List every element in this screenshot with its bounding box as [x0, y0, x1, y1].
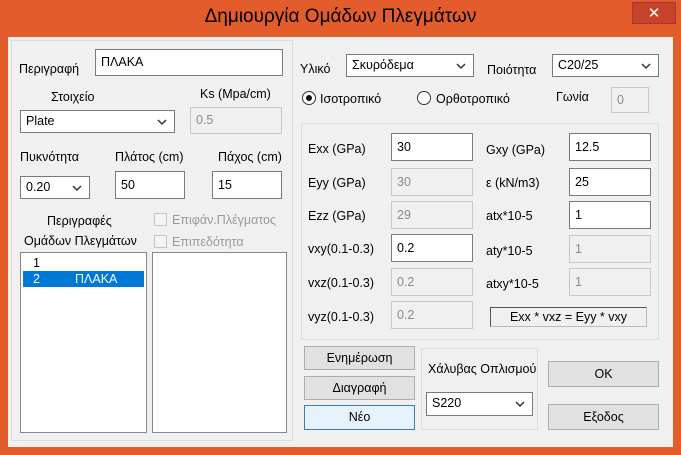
chevron-down-icon — [515, 401, 525, 408]
gxy-label: Gxy (GPa) — [486, 143, 546, 157]
mesh-groups-list[interactable]: 1 2 ΠΛΑΚΑ — [20, 252, 147, 433]
vxy-input[interactable]: 0.2 — [391, 234, 473, 262]
list-item[interactable]: 1 — [23, 255, 144, 271]
close-button[interactable]: ✕ — [632, 2, 676, 24]
chevron-down-icon — [72, 185, 82, 192]
quality-select[interactable]: C20/25 — [552, 54, 659, 77]
steel-panel — [421, 348, 538, 430]
vxy-label: vxy(0.1-0.3) — [308, 242, 374, 256]
element-label: Στοιχείο — [51, 90, 95, 104]
vyz-label: vyz(0.1-0.3) — [308, 310, 374, 324]
element-select-value: Plate — [26, 114, 55, 128]
aty-input[interactable]: 1 — [569, 235, 651, 263]
dialog-window: Δημιουργία Ομάδων Πλεγμάτων ✕ Περιγραφή … — [0, 0, 681, 455]
group-descriptions-label-line1: Περιγραφές — [47, 214, 112, 228]
atx-label: atx*10-5 — [486, 209, 533, 223]
width-input[interactable]: 50 — [115, 171, 185, 199]
window-title: Δημιουργία Ομάδων Πλεγμάτων — [204, 6, 477, 27]
description-input[interactable]: ΠΛΑΚΑ — [95, 49, 283, 76]
chevron-down-icon — [641, 63, 651, 70]
quality-label: Ποιότητα — [487, 63, 537, 77]
exit-button[interactable]: Εξοδος — [548, 404, 659, 430]
atxy-input[interactable]: 1 — [569, 268, 651, 296]
delete-button[interactable]: Διαγραφή — [304, 376, 415, 400]
surface-mesh-checkbox-label: Επιφάν.Πλέγματος — [172, 213, 277, 227]
element-select[interactable]: Plate — [20, 110, 175, 133]
gxy-input[interactable]: 12.5 — [569, 133, 651, 161]
angle-label: Γωνία — [556, 90, 589, 104]
group-descriptions-label-line2: Ομάδων Πλεγμάτων — [24, 234, 137, 248]
eyy-label: Eyy (GPa) — [308, 176, 366, 190]
atxy-label: atxy*10-5 — [486, 277, 539, 291]
orthotropic-radio[interactable] — [417, 91, 431, 105]
ezz-input[interactable]: 29 — [391, 201, 473, 229]
formula-label: Exx * vxz = Eyy * vxy — [490, 307, 647, 327]
dialog-client-area: Περιγραφή ΠΛΑΚΑ Στοιχείο Ks (Mpa/cm) Pla… — [8, 37, 673, 447]
list-item-id: 1 — [33, 256, 40, 270]
list-item-name: ΠΛΑΚΑ — [75, 272, 118, 286]
thickness-label: Πάχος (cm) — [218, 150, 282, 164]
flatness-checkbox[interactable] — [154, 235, 167, 248]
steel-select-value: S220 — [432, 396, 462, 410]
isotropic-label: Ισοτροπικό — [320, 92, 382, 106]
title-bar[interactable]: Δημιουργία Ομάδων Πλεγμάτων ✕ — [0, 0, 681, 37]
steel-select[interactable]: S220 — [426, 392, 533, 416]
surface-mesh-checkbox[interactable] — [154, 213, 167, 226]
density-select-value: 0.20 — [26, 180, 51, 194]
width-label: Πλάτος (cm) — [115, 150, 184, 164]
material-select[interactable]: Σκυρόδεμα — [346, 54, 474, 77]
material-select-value: Σκυρόδεμα — [352, 58, 414, 72]
density-select[interactable]: 0.20 — [20, 176, 90, 199]
vxz-input[interactable]: 0.2 — [391, 268, 473, 296]
isotropic-radio[interactable] — [302, 91, 316, 105]
ks-label: Ks (Mpa/cm) — [200, 87, 271, 101]
quality-select-value: C20/25 — [558, 58, 599, 72]
list-item[interactable]: 2 ΠΛΑΚΑ — [23, 271, 144, 287]
flatness-checkbox-label: Επιπεδότητα — [172, 235, 244, 249]
chevron-down-icon — [157, 119, 167, 126]
thickness-input[interactable]: 15 — [212, 171, 282, 199]
material-label: Υλικό — [300, 62, 331, 76]
exx-input[interactable]: 30 — [391, 133, 473, 161]
update-button[interactable]: Ενημέρωση — [304, 346, 415, 370]
ezz-label: Ezz (GPa) — [308, 209, 366, 223]
density-label: Πυκνότητα — [20, 150, 80, 164]
aty-label: aty*10-5 — [486, 244, 533, 258]
steel-label: Χάλυβας Οπλισμού — [428, 362, 537, 376]
orthotropic-label: Ορθοτροπικό — [436, 92, 510, 106]
list-item-id: 2 — [33, 272, 40, 286]
eyy-input[interactable]: 30 — [391, 168, 473, 196]
description-label: Περιγραφή — [19, 62, 80, 76]
vxz-label: vxz(0.1-0.3) — [308, 276, 374, 290]
angle-input[interactable]: 0 — [611, 87, 649, 113]
chevron-down-icon — [456, 63, 466, 70]
vyz-input[interactable]: 0.2 — [391, 301, 473, 329]
ok-button[interactable]: OK — [548, 361, 659, 387]
ks-input[interactable]: 0.5 — [190, 107, 282, 134]
atx-input[interactable]: 1 — [569, 201, 651, 229]
specific-weight-input[interactable]: 25 — [569, 168, 651, 196]
specific-weight-label: ε (kN/m3) — [486, 176, 540, 190]
close-icon: ✕ — [647, 5, 661, 22]
new-button[interactable]: Νέο — [304, 405, 415, 430]
secondary-list[interactable] — [152, 252, 287, 433]
exx-label: Exx (GPa) — [308, 142, 366, 156]
